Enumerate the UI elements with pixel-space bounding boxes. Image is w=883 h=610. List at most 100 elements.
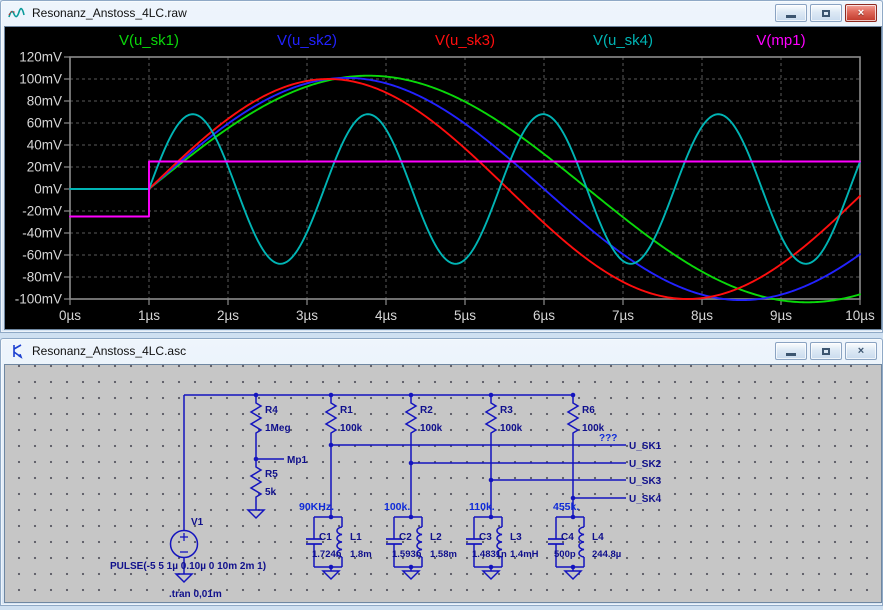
resistor-R1[interactable]: R1100k [326, 395, 363, 445]
ground-symbol[interactable] [176, 574, 192, 582]
inductor-symbol[interactable] [579, 527, 584, 557]
legend-label-Vu_sk1[interactable]: V(u_sk1) [119, 32, 179, 49]
junction-dot [254, 457, 259, 462]
waveform-window-titlebar[interactable]: Resonanz_Anstoss_4LC.raw × [1, 1, 882, 25]
frequency-comment[interactable]: 110k. [469, 501, 495, 513]
resistor-R4[interactable]: R41Meg [251, 395, 291, 459]
resistor-symbol[interactable] [251, 395, 261, 459]
minimize-button[interactable] [775, 342, 807, 360]
x-tick-label: 7µs [612, 308, 634, 323]
ground-symbol[interactable] [565, 571, 581, 579]
component-value: 5k [265, 487, 277, 498]
component-name: L1 [350, 532, 362, 543]
net-label-mp1[interactable]: Mp1 [287, 455, 307, 466]
restore-button[interactable] [810, 4, 842, 22]
lc-tank-3[interactable] [466, 517, 502, 571]
component-value: 100k [420, 423, 443, 434]
close-button[interactable]: × [845, 4, 877, 22]
component-name: R2 [420, 405, 433, 416]
y-tick-label: 100mV [19, 72, 62, 87]
resistor-R6[interactable]: R6100k [568, 395, 605, 498]
y-tick-label: 40mV [27, 138, 62, 153]
component-name: L4 [592, 532, 604, 543]
y-tick-label: 0mV [34, 182, 62, 197]
y-tick-label: 20mV [27, 160, 62, 175]
junction-dot [571, 515, 576, 520]
schematic-window[interactable]: Resonanz_Anstoss_4LC.asc × V1PULSE(-5 5 … [0, 338, 883, 606]
x-tick-label: 9µs [770, 308, 792, 323]
legend-label-Vu_sk3[interactable]: V(u_sk3) [435, 32, 495, 49]
resistor-symbol[interactable] [251, 459, 261, 510]
x-tick-label: 8µs [691, 308, 713, 323]
y-tick-label: -40mV [22, 226, 62, 241]
junction-dot [571, 393, 576, 398]
junction-dot [489, 478, 494, 483]
schematic-drawing[interactable]: V1PULSE(-5 5 1µ 0.10µ 0 10m 2m 1).tran 0… [5, 365, 881, 602]
resistor-R2[interactable]: R2 100k [406, 395, 443, 463]
y-tick-label: -60mV [22, 248, 62, 263]
resistor-R5[interactable]: R5 5k [251, 459, 278, 510]
minimize-button[interactable] [775, 4, 807, 22]
voltage-source-V1[interactable]: V1 [171, 517, 204, 558]
component-name: R5 [265, 469, 278, 480]
resistor-symbol[interactable] [486, 395, 496, 480]
frequency-comment[interactable]: 455k. [553, 501, 579, 513]
component-value: 1.593n [392, 549, 422, 560]
component-name: R1 [340, 405, 353, 416]
net-label-unresolved[interactable]: ??? [599, 433, 617, 444]
junction-dot [329, 565, 334, 570]
x-tick-label: 0µs [59, 308, 81, 323]
y-tick-label: -80mV [22, 270, 62, 285]
component-value: 1.724n [312, 549, 342, 560]
ground-symbol[interactable] [323, 571, 339, 579]
restore-icon [822, 10, 830, 17]
component-name: R6 [582, 405, 595, 416]
resistor-symbol[interactable] [326, 395, 336, 445]
component-name: R4 [265, 405, 278, 416]
y-tick-label: 120mV [19, 50, 62, 65]
waveform-plot-area[interactable]: 120mV100mV80mV60mV40mV20mV0mV-20mV-40mV-… [4, 26, 882, 330]
junction-dot [489, 565, 494, 570]
resistor-R3[interactable]: R3100k [486, 395, 523, 480]
y-tick-label: 80mV [27, 94, 62, 109]
frequency-comment[interactable]: 100k. [384, 501, 410, 513]
component-value: 1.58m [430, 549, 457, 560]
junction-dot [571, 496, 576, 501]
waveform-window[interactable]: Resonanz_Anstoss_4LC.raw × 120mV 100mV 80m… [0, 0, 883, 333]
legend-label-Vu_sk4[interactable]: V(u_sk4) [593, 32, 653, 49]
x-tick-label: 4µs [375, 308, 397, 323]
frequency-comment[interactable]: 90KHz. [299, 501, 334, 513]
junction-dot [409, 461, 414, 466]
junction-dot [489, 393, 494, 398]
legend-label-Vu_sk2[interactable]: V(u_sk2) [277, 32, 337, 49]
x-tick-label: 3µs [296, 308, 318, 323]
net-label-u_sk3[interactable]: U_SK3 [629, 476, 662, 487]
x-tick-label: 1µs [138, 308, 160, 323]
resistor-symbol[interactable] [406, 395, 416, 463]
restore-button[interactable] [810, 342, 842, 360]
minimize-icon [786, 15, 796, 18]
y-tick-label: -20mV [22, 204, 62, 219]
legend-label-Vmp1[interactable]: V(mp1) [756, 32, 805, 49]
lc-tank-4[interactable] [548, 517, 584, 571]
junction-dot [409, 515, 414, 520]
component-name: C3 [479, 532, 492, 543]
lc-tank-1[interactable] [306, 517, 342, 571]
waveform-plot[interactable]: 120mV100mV80mV60mV40mV20mV0mV-20mV-40mV-… [5, 27, 881, 329]
component-value: 1.4831n [472, 549, 507, 560]
ground-symbol[interactable] [403, 571, 419, 579]
component-name: C2 [399, 532, 412, 543]
net-label-u_sk4[interactable]: U_SK4 [629, 494, 662, 505]
ground-symbol[interactable] [483, 571, 499, 579]
resistor-symbol[interactable] [568, 395, 578, 498]
schematic-window-titlebar[interactable]: Resonanz_Anstoss_4LC.asc × [1, 339, 882, 363]
component-name: C1 [319, 532, 332, 543]
schematic-canvas[interactable]: V1PULSE(-5 5 1µ 0.10µ 0 10m 2m 1).tran 0… [4, 364, 882, 603]
spice-directive[interactable]: .tran 0,01m [169, 589, 222, 600]
net-label-u_sk1[interactable]: U_SK1 [629, 441, 662, 452]
net-label-u_sk2[interactable]: U_SK2 [629, 459, 662, 470]
restore-icon [822, 348, 830, 355]
ground-symbol[interactable] [248, 510, 264, 518]
close-button[interactable]: × [845, 342, 877, 360]
lc-tank-2[interactable] [386, 517, 422, 571]
